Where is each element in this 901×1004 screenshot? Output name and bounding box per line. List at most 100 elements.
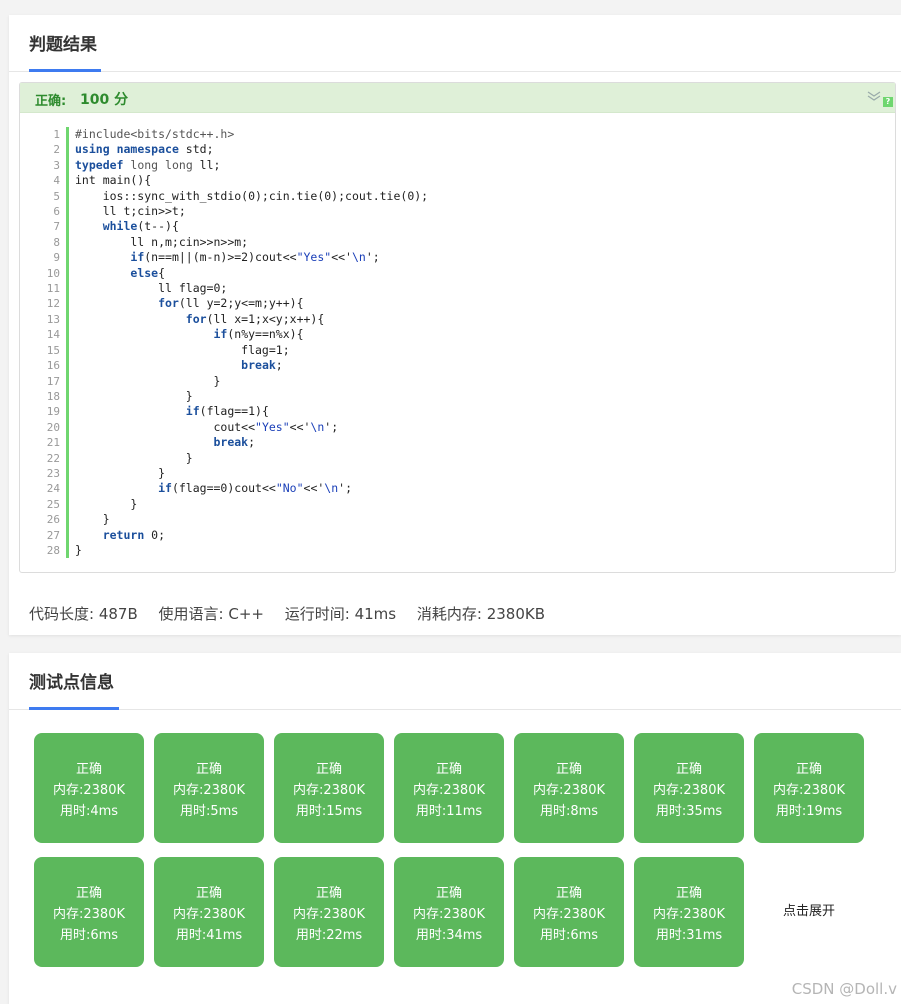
language: 使用语言: C++ [158, 605, 264, 623]
judge-result-header: 判题结果 [9, 15, 901, 72]
testpoint-tile[interactable]: 正确内存:2380K 用时:19ms [754, 733, 864, 843]
testpoint-tile[interactable]: 正确内存:2380K 用时:11ms [394, 733, 504, 843]
testpoint-time: 用时:34ms [415, 928, 483, 943]
line-number: 24 [46, 482, 60, 496]
testpoint-status: 正确 [315, 762, 342, 777]
help-icon[interactable]: ? [883, 97, 893, 107]
testpoint-time: 用时:35ms [655, 804, 723, 819]
line-number: 10 [46, 266, 60, 280]
testpoint-tile[interactable]: 正确内存:2380K 用时:5ms [154, 733, 264, 843]
code-line: ll flag=0; [75, 281, 228, 296]
testpoint-time: 用时:19ms [775, 804, 843, 819]
line-number: 11 [46, 282, 60, 296]
code-line: break; [241, 358, 283, 373]
judge-result-title: 判题结果 [29, 35, 97, 55]
code-line: } [75, 373, 221, 388]
code-line: if(flag==1){ [185, 404, 269, 419]
testpoint-status: 正确 [195, 762, 222, 777]
code-line: if(n%y==n%x){ [213, 327, 304, 342]
line-number: 25 [46, 497, 60, 511]
code-line: #include<bits/stdc++.h> [75, 127, 235, 141]
testpoint-time: 用时:11ms [415, 804, 483, 819]
line-number: 22 [46, 451, 60, 465]
testpoint-status: 正确 [435, 886, 462, 901]
testpoint-tile[interactable]: 正确 内存:2380K 用时:15ms [274, 733, 384, 843]
line-number: 1 [53, 128, 60, 141]
code-viewer: 1 2 3 4 5 6 7 8 9 10 11 12 13 14 15 16 17 18 19 20 21 22 23 24 2… [30, 127, 878, 559]
code-line: } [75, 465, 166, 480]
code-line: ll n,m;cin>>n>>m; [75, 234, 249, 249]
testpoint-memory: 内存:2380K [533, 783, 605, 798]
runtime: 运行时间: 41ms [284, 605, 397, 623]
line-number: 27 [46, 528, 60, 542]
testpoint-tile[interactable]: 正确 内存:2380K 用时:22ms [274, 857, 384, 967]
testpoint-status: 正确 [555, 762, 582, 777]
testpoint-memory: 内存:2380K [773, 783, 845, 798]
testpoint-card: 测试点信息 正确 内存:2380K 用时:4ms 正确 内存:2380K 用时:5ms 正确… [9, 653, 901, 1004]
code-line: using namespace std; [75, 142, 214, 157]
testpoint-tile[interactable]: 正确 内存:2380K 用时:35ms [634, 733, 744, 843]
testpoint-status: 正确 [315, 886, 342, 901]
testpoint-status: 正确 [75, 886, 102, 901]
testpoint-tile[interactable]: 正确 内存:2380K 用时:41ms [154, 857, 264, 967]
testpoint-tile[interactable]: 正确 内存:2380K 用时:4ms [34, 733, 144, 843]
testpoint-status: 正确 [675, 886, 702, 901]
code-line: ll t;cin>>t; [75, 204, 186, 219]
code-line: int main(){ [75, 173, 152, 188]
testpoint-tile[interactable]: 正确内存:2380K 用时:31ms [634, 857, 744, 967]
testpoint-status: 正确 [795, 762, 822, 777]
testpoint-tile[interactable]: 正确 内存:2380K 用时:6ms [514, 857, 624, 967]
code-line: for(ll x=1;x<y;x++){ [185, 311, 325, 326]
testpoint-memory: 内存:2380K [293, 783, 365, 798]
result-bar[interactable]: 正确: 100 分 [20, 83, 895, 113]
line-number: 12 [46, 297, 60, 311]
testpoint-memory: 内存:2380K [413, 907, 485, 922]
code-line: } [75, 450, 193, 465]
code-line: typedef long long ll; [75, 157, 221, 172]
line-number: 7 [53, 220, 60, 234]
testpoint-memory: 内存:2380K [293, 907, 365, 922]
testpoint-time: 用时:6ms [539, 928, 599, 943]
expand-button[interactable]: 点击展开 [754, 857, 864, 967]
testpoint-time: 用时:31ms [655, 928, 723, 943]
code-line: while(t--){ [102, 219, 179, 234]
testpoint-status: 正确 [195, 886, 222, 901]
line-number: 19 [46, 405, 60, 419]
testpoint-memory: 内存:2380K [173, 907, 245, 922]
testpoint-tile[interactable]: 正确 内存:2380K 用时:8ms [514, 733, 624, 843]
code-line: ios::sync_with_stdio(0);cin.tie(0);cout.… [75, 188, 429, 203]
line-number: 18 [46, 389, 60, 403]
title-underline [29, 69, 101, 72]
testpoint-tile[interactable]: 正确 内存:2380K 用时:6ms [34, 857, 144, 967]
code-line: for(ll y=2;y<=m;y++){ [158, 296, 304, 311]
line-number: 8 [53, 235, 60, 249]
testpoint-time: 用时:5ms [179, 804, 239, 819]
line-numbers: 1 2 3 4 5 6 7 8 9 10 11 12 13 14 15 16 17 18 19 20 21 22 23 24 2… [30, 127, 60, 558]
testpoint-status: 正确 [435, 762, 462, 777]
line-number: 3 [53, 158, 60, 172]
line-number: 5 [53, 189, 60, 203]
testpoint-time: 用时:6ms [59, 928, 119, 943]
testpoint-memory: 内存:2380K [173, 783, 245, 798]
code-line: flag=1; [75, 342, 290, 357]
collapse-chevron-icon[interactable] [867, 89, 881, 103]
testpoint-status: 正确 [75, 762, 102, 777]
code-line: break; [213, 435, 256, 450]
code-line: else{ [130, 265, 166, 280]
memory-usage: 消耗内存: 2380KB [416, 605, 545, 623]
code-line: if(flag==0)cout<<"No"<<'\n'; [158, 481, 353, 496]
code-line: cout<<"Yes"<<'\n'; [75, 419, 339, 434]
submission-stats: 代码长度: 487B 使用语言: C++ 运行时间: 41ms 消耗内存: 23… [29, 603, 561, 624]
line-number: 17 [46, 374, 60, 388]
testpoint-memory: 内存:2380K [413, 783, 485, 798]
gutter-bar [66, 127, 69, 558]
code-line: return 0; [102, 527, 166, 542]
line-number: 20 [46, 420, 60, 434]
line-number: 6 [53, 205, 60, 219]
line-number: 16 [46, 359, 60, 373]
line-number: 23 [46, 466, 60, 480]
testpoint-memory: 内存:2380K [653, 907, 725, 922]
testpoint-memory: 内存:2380K [653, 783, 725, 798]
result-panel: 正确: 100 分 1 2 3 4 5 6 7 8 9 10 11 12 13 14 15 16 17 18 19 2… [19, 82, 896, 573]
testpoint-tile[interactable]: 正确内存:2380K 用时:34ms [394, 857, 504, 967]
